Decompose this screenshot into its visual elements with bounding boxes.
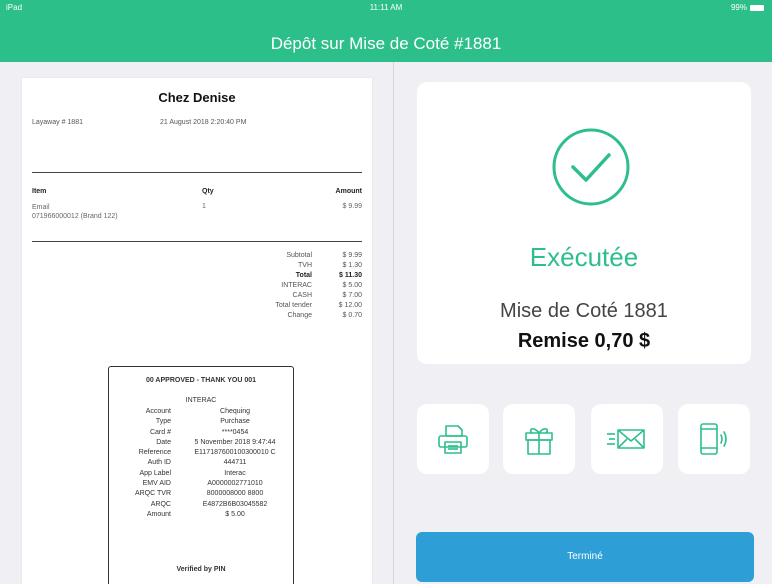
slip-row: Date 5 November 2018 9:47:44 bbox=[156, 438, 276, 446]
verified-text: Verified by PIN bbox=[176, 566, 226, 573]
gift-receipt-button[interactable] bbox=[503, 404, 575, 474]
total-row: CASH $ 7.00 bbox=[292, 292, 362, 299]
line-item-name: Email 071966000012 (Brand 122) bbox=[32, 203, 118, 221]
slip-row: Card # ****0454 bbox=[149, 428, 249, 436]
total-row: INTERAC $ 5.00 bbox=[281, 282, 362, 289]
slip-row: ARQC E4872B6B03045582 bbox=[150, 500, 268, 508]
slip-row: ARQC TVR 8000008000 8800 bbox=[134, 490, 264, 498]
slip-subtitle: INTERAC bbox=[185, 397, 217, 404]
receipt-date: 21 August 2018 2:20:40 PM bbox=[160, 119, 247, 126]
status-bar: iPad 11:11 AM 99% bbox=[0, 0, 772, 14]
total-row: Subtotal $ 9.99 bbox=[286, 252, 362, 259]
slip-row: Account Chequing bbox=[145, 408, 250, 415]
divider bbox=[32, 241, 362, 242]
status-card: Exécutée Mise de Coté 1881 Remise 0,70 $ bbox=[417, 82, 751, 364]
col-amount-header: Amount bbox=[335, 188, 362, 195]
store-name: Chez Denise bbox=[158, 90, 236, 105]
email-icon bbox=[607, 429, 645, 449]
totals-block: Subtotal $ 9.99 TVH $ 1.30 Total $ 11.30 IN… bbox=[212, 251, 362, 321]
status-time: 11:11 AM bbox=[369, 3, 403, 12]
battery-percent: 99% bbox=[730, 3, 747, 12]
status-title: Exécutée bbox=[529, 242, 639, 272]
page-title: Dépôt sur Mise de Coté #1881 bbox=[270, 34, 502, 53]
print-button[interactable] bbox=[417, 404, 489, 474]
gift-icon bbox=[525, 428, 553, 455]
col-qty-header: Qty bbox=[202, 188, 214, 195]
slip-title: 00 APPROVED - THANK YOU 001 bbox=[145, 377, 257, 384]
item-amount: $ 9.99 bbox=[342, 203, 362, 210]
text-message-button[interactable] bbox=[678, 404, 750, 474]
printer-icon bbox=[438, 425, 468, 454]
phone-icon bbox=[700, 423, 727, 455]
layaway-number: Layaway # 1881 bbox=[32, 119, 83, 126]
slip-row: Reference E117187600100300010 C bbox=[138, 449, 276, 457]
receipt-pane: Chez Denise Layaway # 1881 21 August 201… bbox=[0, 62, 394, 584]
slip-row: Type Purchase bbox=[155, 418, 250, 426]
layaway-label: Mise de Coté 1881 bbox=[500, 300, 668, 322]
divider bbox=[32, 172, 362, 173]
email-button[interactable] bbox=[591, 404, 663, 474]
done-button[interactable]: Terminé bbox=[416, 532, 754, 582]
item-sku: 071966000012 (Brand 122) bbox=[32, 213, 118, 220]
total-row: Total tender $ 12.00 bbox=[275, 302, 362, 309]
checkmark-icon bbox=[552, 128, 630, 206]
item-name: Email bbox=[32, 204, 50, 211]
battery-indicator: 99% bbox=[731, 3, 764, 12]
item-qty: 1 bbox=[202, 203, 206, 210]
slip-row: Auth ID 444711 bbox=[147, 459, 247, 467]
receipt-preview[interactable]: Chez Denise Layaway # 1881 21 August 201… bbox=[22, 78, 372, 584]
app-header: iPad 11:11 AM 99% Dépôt sur Mise de Coté… bbox=[0, 0, 772, 62]
battery-icon bbox=[750, 4, 764, 11]
total-row: Total $ 11.30 bbox=[295, 272, 362, 279]
total-row: Change $ 0.70 bbox=[287, 312, 362, 319]
slip-rows: Account Chequing Type Purchase Card # ****0… bbox=[109, 407, 293, 520]
slip-row: Amount $ 5.00 bbox=[146, 510, 245, 518]
result-pane: Exécutée Mise de Coté 1881 Remise 0,70 $ bbox=[395, 62, 772, 584]
total-row: TVH $ 1.30 bbox=[298, 262, 362, 269]
payment-slip: 00 APPROVED - THANK YOU 001 INTERAC Acco… bbox=[108, 366, 294, 584]
slip-row: EMV AID A0000002771010 bbox=[142, 480, 263, 488]
col-item-header: Item bbox=[32, 188, 47, 195]
change-amount: Remise 0,70 $ bbox=[517, 330, 651, 352]
slip-row: App Label Interac bbox=[139, 469, 246, 477]
